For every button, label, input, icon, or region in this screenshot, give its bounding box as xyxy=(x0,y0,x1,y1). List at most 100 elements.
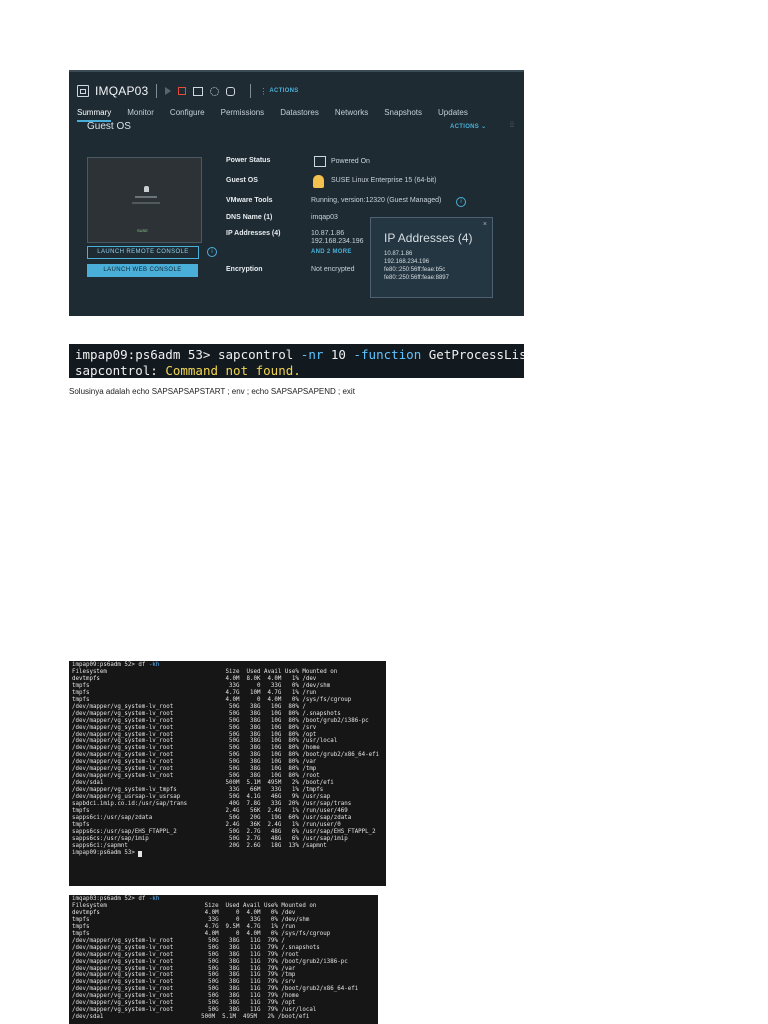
suse-logo: SUSE xyxy=(137,228,148,233)
command-flag: -kh xyxy=(148,662,160,668)
vm-header: IMQAP03 ⋮ ACTIONS xyxy=(77,82,299,100)
terminal-output: impap09:ps6adm 52> df -kh Filesystem Siz… xyxy=(69,661,386,858)
tab-permissions[interactable]: Permissions xyxy=(221,108,265,122)
panel-top-border xyxy=(69,70,524,72)
power-off-icon[interactable] xyxy=(178,87,187,95)
vm-tabs: Summary Monitor Configure Permissions Da… xyxy=(77,108,484,122)
ip-addresses-popover: × IP Addresses (4) 10.87.1.86 192.168.23… xyxy=(370,217,493,298)
df-row: /dev/mapper/vg_system-lv_root 50G 38G 10… xyxy=(72,703,306,710)
solution-caption: Solusinya adalah echo SAPSAPSAPSTART ; e… xyxy=(69,387,355,396)
header-divider xyxy=(250,84,252,98)
header-divider xyxy=(156,84,158,98)
df-row: tmpfs 4.7G 10M 4.7G 1% /run xyxy=(72,689,317,696)
tab-datastores[interactable]: Datastores xyxy=(280,108,319,122)
launch-remote-console-button[interactable]: LAUNCH REMOTE CONSOLE xyxy=(87,246,199,259)
power-status-value: Powered On xyxy=(331,158,370,165)
df-row: /dev/mapper/vg_system-lv_root 50G 38G 10… xyxy=(72,759,317,766)
command-flag: -kh xyxy=(148,896,160,902)
df-row: /dev/mapper/vg_system-lv_root 50G 38G 11… xyxy=(72,958,348,965)
df-output-lines: Filesystem Size Used Avail Use% Mounted … xyxy=(72,903,358,1020)
dns-name-label: DNS Name (1) xyxy=(226,214,273,221)
df-row: sapbdci.imip.co.id:/usr/sap/trans 40G 7.… xyxy=(72,801,352,808)
tab-networks[interactable]: Networks xyxy=(335,108,368,122)
snapshot-icon[interactable] xyxy=(226,86,236,96)
terminal-output: imqap03:ps6adm 52> df -kh Filesystem Siz… xyxy=(69,895,378,1022)
df-row: /dev/mapper/vg_system-lv_root 50G 38G 11… xyxy=(72,937,285,944)
df-row: /dev/mapper/vg_system-lv_tmpfs 33G 66M 3… xyxy=(72,787,324,794)
dns-name-value: imqap03 xyxy=(311,214,338,221)
df-row: /dev/mapper/vg_system-lv_root 50G 38G 11… xyxy=(72,944,320,951)
command-flag: -nr xyxy=(300,347,324,362)
command-name: df xyxy=(138,896,146,902)
guest-os-value: SUSE Linux Enterprise 15 (64-bit) xyxy=(331,177,437,184)
df-row: devtmpfs 4.0M 0 4.0M 0% /dev xyxy=(72,909,296,916)
tab-summary[interactable]: Summary xyxy=(77,108,112,122)
df-row: tmpfs 33G 0 33G 0% /dev/shm xyxy=(72,682,331,689)
df-row: /dev/mapper/vg_system-lv_root 50G 38G 10… xyxy=(72,752,380,759)
powered-on-icon xyxy=(314,156,326,167)
df-header-row: Filesystem Size Used Avail Use% Mounted … xyxy=(72,902,317,909)
tab-monitor[interactable]: Monitor xyxy=(127,108,154,122)
df-row: /dev/mapper/vg_system-lv_root 50G 38G 11… xyxy=(72,972,296,979)
error-line: sapcontrol: Command not found. xyxy=(75,363,301,378)
df-row: /dev/mapper/vg_system-lv_root 50G 38G 11… xyxy=(72,993,299,1000)
virtual-machine-icon xyxy=(77,85,89,97)
actions-menu-icon[interactable]: ⋮ xyxy=(259,87,267,96)
command-name: df xyxy=(138,662,146,668)
df-row: /dev/mapper/vg_system-lv_root 50G 38G 11… xyxy=(72,965,296,972)
df-row: /dev/mapper/vg_system-lv_root 50G 38G 10… xyxy=(72,766,317,773)
tab-updates[interactable]: Updates xyxy=(438,108,468,122)
sapcontrol-terminal: impap09:ps6adm 53> sapcontrol -nr 10 -fu… xyxy=(69,344,524,378)
power-on-icon[interactable] xyxy=(165,87,172,95)
df-terminal-imqap03: imqap03:ps6adm 52> df -kh Filesystem Siz… xyxy=(69,895,378,1024)
df-row: /dev/mapper/vg_system-lv_root 50G 38G 10… xyxy=(72,731,317,738)
encryption-value: Not encrypted xyxy=(311,266,355,273)
launch-console-icon[interactable] xyxy=(193,86,204,96)
df-row: /dev/mapper/vg_system-lv_root 50G 38G 11… xyxy=(72,1000,296,1007)
launch-web-console-button[interactable]: LAUNCH WEB CONSOLE xyxy=(87,264,198,277)
df-row: /dev/mapper/vg_system-lv_root 50G 38G 10… xyxy=(72,745,320,752)
df-row: /dev/sda1 500M 5.1M 495M 2% /boot/efi xyxy=(72,1014,310,1021)
info-icon[interactable]: i xyxy=(456,197,466,207)
vmware-tools-label: VMware Tools xyxy=(226,197,273,204)
command-arg: 10 xyxy=(330,347,346,362)
close-icon[interactable]: × xyxy=(483,221,487,228)
tab-configure[interactable]: Configure xyxy=(170,108,205,122)
df-row: tmpfs 2.4G 56K 2.4G 1% /run/user/469 xyxy=(72,808,348,815)
df-row: /dev/mapper/vg_system-lv_root 50G 38G 10… xyxy=(72,717,369,724)
vmware-tools-value: Running, version:12320 (Guest Managed) xyxy=(311,197,442,204)
info-icon[interactable]: i xyxy=(207,247,217,257)
df-row: /dev/mapper/vg_system-lv_root 50G 38G 10… xyxy=(72,773,320,780)
df-row: tmpfs 2.4G 36K 2.4G 1% /run/user/0 xyxy=(72,821,341,828)
ip-entry: 192.168.234.196 xyxy=(384,259,430,265)
guest-os-actions-button[interactable]: ACTIONS ⌄ xyxy=(450,123,486,130)
df-row: /dev/mapper/vg_system-lv_root 50G 38G 10… xyxy=(72,738,338,745)
command-flag: -function xyxy=(353,347,422,362)
command-arg: GetProcessList xyxy=(428,347,524,362)
and-more-link[interactable]: AND 2 MORE xyxy=(311,249,352,255)
thumbnail-text-line xyxy=(132,202,160,204)
ip-address-value: 10.87.1.86 xyxy=(311,230,345,237)
error-message: Command not found. xyxy=(165,363,301,378)
command-line: impap09:ps6adm 53> sapcontrol -nr 10 -fu… xyxy=(75,347,524,362)
df-row: tmpfs 4.7G 9.5M 4.7G 1% /run xyxy=(72,923,296,930)
actions-menu-button[interactable]: ACTIONS xyxy=(269,88,298,94)
guest-os-section-title: Guest OS xyxy=(87,121,131,132)
df-row: sapps6ci:/sapmnt 20G 2.6G 18G 13% /sapmn… xyxy=(72,842,327,849)
tux-linux-icon xyxy=(313,175,324,188)
df-output-lines: Filesystem Size Used Avail Use% Mounted … xyxy=(72,669,379,849)
console-thumbnail[interactable]: SUSE xyxy=(87,157,202,243)
error-prefix: sapcontrol: xyxy=(75,363,158,378)
migrate-icon[interactable] xyxy=(210,86,220,96)
shell-prompt: impap09:ps6adm 53> xyxy=(75,347,211,362)
shell-prompt: impap09:ps6adm 53> xyxy=(72,849,135,856)
df-row: /dev/mapper/vg_usrsap-lv_usrsap 50G 4.1G… xyxy=(72,794,331,801)
vm-name: IMQAP03 xyxy=(95,84,149,98)
ip-address-value: 192.168.234.196 xyxy=(311,238,364,245)
df-row: /dev/mapper/vg_system-lv_root 50G 38G 11… xyxy=(72,1007,317,1014)
ip-entry: fe80::250:56ff:feae:b5c xyxy=(384,267,446,273)
drag-handle-icon[interactable]: ⁞⁞ xyxy=(510,122,514,129)
tab-snapshots[interactable]: Snapshots xyxy=(384,108,422,122)
df-row: sapps6cs:/usr/sap/imip 50G 2.7G 48G 6% /… xyxy=(72,835,348,842)
df-row: /dev/mapper/vg_system-lv_root 50G 38G 10… xyxy=(72,710,341,717)
